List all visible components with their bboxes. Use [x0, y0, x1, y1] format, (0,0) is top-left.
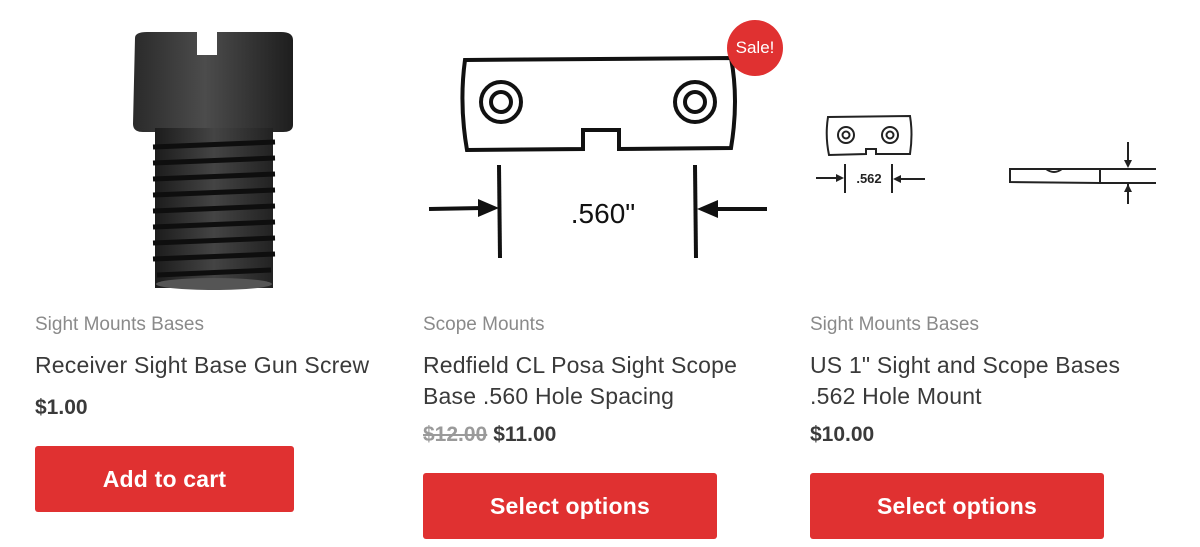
- sale-badge: Sale!: [727, 20, 783, 76]
- current-price: $1.00: [35, 396, 88, 419]
- hole-spacing-label: .560": [571, 198, 635, 229]
- select-options-button[interactable]: Select options: [423, 473, 717, 539]
- screw-image: [133, 32, 293, 290]
- product-title-link[interactable]: Redfield CL Posa Sight Scope Base .560 H…: [423, 350, 783, 412]
- product-image-link[interactable]: .560" Sale!: [423, 0, 783, 292]
- add-to-cart-button[interactable]: Add to cart: [35, 446, 294, 512]
- original-price: $12.00: [423, 423, 488, 446]
- product-card: Sight Mounts Bases Receiver Sight Base G…: [35, 0, 395, 547]
- product-price: $1.00: [35, 396, 88, 420]
- product-category-link[interactable]: Sight Mounts Bases: [810, 314, 979, 336]
- select-options-button[interactable]: Select options: [810, 473, 1104, 539]
- hole-spacing-label: .562: [856, 171, 881, 186]
- product-card: .560" Sale! Scope Mounts Redfield CL Pos…: [423, 0, 783, 547]
- current-price: $10.00: [810, 423, 875, 446]
- product-title-link[interactable]: US 1" Sight and Scope Bases .562 Hole Mo…: [810, 350, 1170, 412]
- product-category-link[interactable]: Scope Mounts: [423, 314, 544, 336]
- product-title-link[interactable]: Receiver Sight Base Gun Screw: [35, 350, 395, 381]
- scope-base-diagram-image: .562: [816, 114, 1156, 204]
- product-price: $12.00 $11.00: [423, 423, 556, 447]
- product-category-link[interactable]: Sight Mounts Bases: [35, 314, 204, 336]
- product-card: .562 Sight Mounts Bases US 1" Sight and …: [810, 0, 1170, 547]
- sale-price: $11.00: [493, 423, 557, 446]
- product-price: $10.00: [810, 423, 874, 447]
- product-image-link[interactable]: .562: [810, 0, 1170, 292]
- product-image-link[interactable]: [35, 0, 395, 292]
